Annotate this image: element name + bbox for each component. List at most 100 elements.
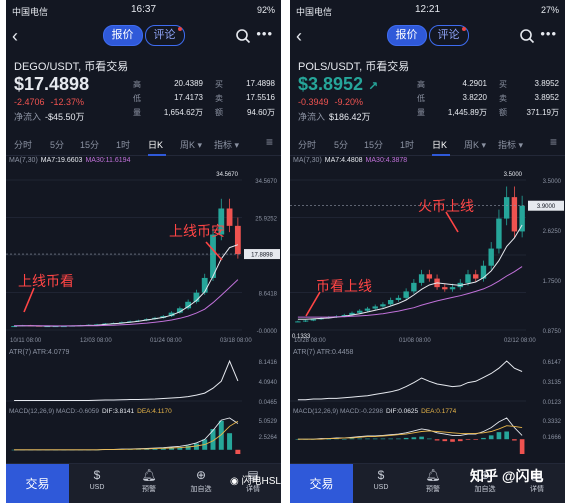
price-chart[interactable]: 3.50002.62501.75000.875010/28 08:00 01/08… [290, 166, 565, 344]
timeframe-dropdown[interactable]: 周K ▾ [180, 138, 202, 151]
stats-row-high: 高 20.4389 买 17.4898 [133, 79, 275, 93]
y-tick-label: 8.6418 [259, 292, 278, 298]
nav-usd[interactable]: $ USD [78, 466, 116, 491]
stat-label: 高 [417, 80, 425, 89]
nav-label: 预警 [142, 486, 156, 493]
macd-histogram-bar [185, 445, 191, 450]
timeframe-tab[interactable]: 分时 [14, 138, 32, 151]
stat-value: 1,654.62万 [163, 108, 203, 117]
candle-body [201, 277, 208, 293]
nav-alert[interactable]: 🔔︎ 预警 [130, 466, 168, 494]
timeframe-dropdown[interactable]: 周K ▾ [464, 138, 486, 151]
macd-histogram-bar [357, 438, 363, 440]
ma7-value: MA7:4.4808 [324, 157, 363, 164]
x-tick-label: 03/18 08:00 [220, 338, 252, 344]
atr-tick-label: 4.0940 [259, 380, 278, 386]
macd-chart: 0.3332 0.1666 [295, 417, 562, 454]
macd-histogram-bar [488, 435, 494, 440]
price-change: -0.3949 -9.20% [298, 97, 369, 107]
price-change: -2.4706 -12.37% [14, 97, 90, 107]
timeframe-tab[interactable]: 5分 [50, 138, 64, 151]
stat-value: 17.4898 [246, 79, 275, 88]
more-icon[interactable]: ••• [540, 26, 557, 41]
stats-row-low: 低 17.4173 卖 17.5516 [133, 93, 275, 107]
annotation-listing-bika: 上线币看 [18, 273, 74, 289]
macd-histogram-bar [341, 439, 347, 440]
chart-settings-icon[interactable]: ≡ [550, 135, 557, 149]
search-icon[interactable] [519, 28, 535, 44]
pair-title: DEGO/USDT, 币看交易 [14, 61, 129, 73]
macd-histogram-bar [473, 439, 479, 440]
atr-tick-label: 0.0465 [259, 400, 278, 405]
nav-add-favorite[interactable]: ⊕ 加自选 [182, 466, 220, 494]
atr-line [297, 360, 523, 401]
ma7-value: MA7:19.6603 [40, 157, 83, 164]
status-bar: 中国电信 12:21 27% [290, 0, 565, 22]
status-bar: 中国电信 16:37 92% [6, 0, 281, 22]
nav-alert[interactable]: 🔔︎ 预警 [414, 466, 452, 494]
timeframe-tab[interactable]: 5分 [334, 138, 348, 151]
timeframe-bar: 分时 5分 15分 1时 日K 周K ▾ 指标 ▾ ≡ [6, 132, 281, 156]
last-price-tag-label: 17.8898 [251, 253, 273, 259]
ma30-value: MA30:4.3878 [365, 157, 408, 164]
chart-settings-icon[interactable]: ≡ [266, 135, 273, 149]
macd-histogram-bar [372, 438, 378, 440]
macd-tick-label: 0.1666 [543, 435, 562, 441]
price-value: $3.8952 [298, 74, 364, 94]
tab-comment[interactable]: 评论 [428, 25, 469, 46]
y-tick-label: 25.9252 [255, 217, 277, 223]
dollar-icon: $ [93, 468, 101, 482]
trend-up-icon: ↗ [368, 79, 379, 93]
tab-comment[interactable]: 评论 [144, 25, 185, 46]
timeframe-tab[interactable]: 1时 [400, 138, 414, 151]
clock: 12:21 [414, 4, 441, 15]
macd-histogram-bar [465, 439, 471, 440]
dea-line [297, 425, 523, 440]
clock: 16:37 [130, 4, 157, 15]
y-tick-label: 34.5670 [255, 179, 277, 185]
net-inflow-label: 净流入 [14, 112, 42, 122]
notification-dot-icon [461, 27, 466, 31]
trade-button[interactable]: 交易 [6, 464, 69, 503]
timeframe-tab[interactable]: 1时 [116, 138, 130, 151]
change-pct: -9.20% [334, 97, 364, 107]
nav-label: 预警 [426, 486, 440, 493]
candle-body [418, 274, 425, 283]
timeframe-tab-selected[interactable]: 日K [148, 138, 163, 151]
tab-quote[interactable]: 报价 [102, 25, 143, 46]
watermark-text: 闪电HSL [241, 476, 281, 487]
more-icon[interactable]: ••• [256, 26, 273, 41]
net-inflow-value: $186.42万 [329, 112, 371, 122]
stats-row-volume: 量 1,445.89万 额 371.19万 [417, 107, 559, 121]
candle-body [364, 308, 371, 311]
macd-histogram-bar [450, 439, 455, 442]
ma30-value: MA30:11.6194 [85, 157, 131, 164]
price-chart[interactable]: 34.567025.925217.28348.6418-0.000010/11 … [6, 166, 281, 344]
dollar-icon: $ [377, 468, 385, 482]
top-bar: ‹ 报价 评论 ••• [290, 22, 565, 52]
timeframe-tab-selected[interactable]: 日K [432, 138, 447, 151]
timeframe-tab[interactable]: 15分 [80, 138, 99, 151]
indicator-dropdown[interactable]: 指标 ▾ [498, 138, 523, 151]
nav-label: 加自选 [190, 486, 212, 493]
y-tick-label: 0.8750 [543, 329, 562, 335]
nav-usd[interactable]: $ USD [362, 466, 400, 491]
stat-value: 3.8952 [534, 79, 559, 88]
annotation-arrow [23, 287, 35, 313]
timeframe-tab[interactable]: 分时 [298, 138, 316, 151]
timeframe-tab[interactable]: 15分 [364, 138, 383, 151]
trade-button[interactable]: 交易 [290, 464, 353, 503]
tab-quote[interactable]: 报价 [386, 25, 427, 46]
watermark: ◉ 闪电HSL [230, 472, 281, 487]
indicator-dropdown[interactable]: 指标 ▾ [214, 138, 239, 151]
high-price-label: 34.5670 [216, 172, 238, 178]
candle-body [473, 274, 479, 279]
change-pct: -12.37% [50, 97, 85, 107]
stat-label: 量 [417, 108, 425, 117]
stat-label: 低 [133, 94, 141, 103]
stat-value: 3.8952 [534, 93, 559, 102]
stat-value: 94.60万 [246, 108, 275, 117]
stat-value: 1,445.89万 [447, 108, 487, 117]
search-icon[interactable] [235, 28, 251, 44]
stat-label: 买 [215, 80, 223, 89]
